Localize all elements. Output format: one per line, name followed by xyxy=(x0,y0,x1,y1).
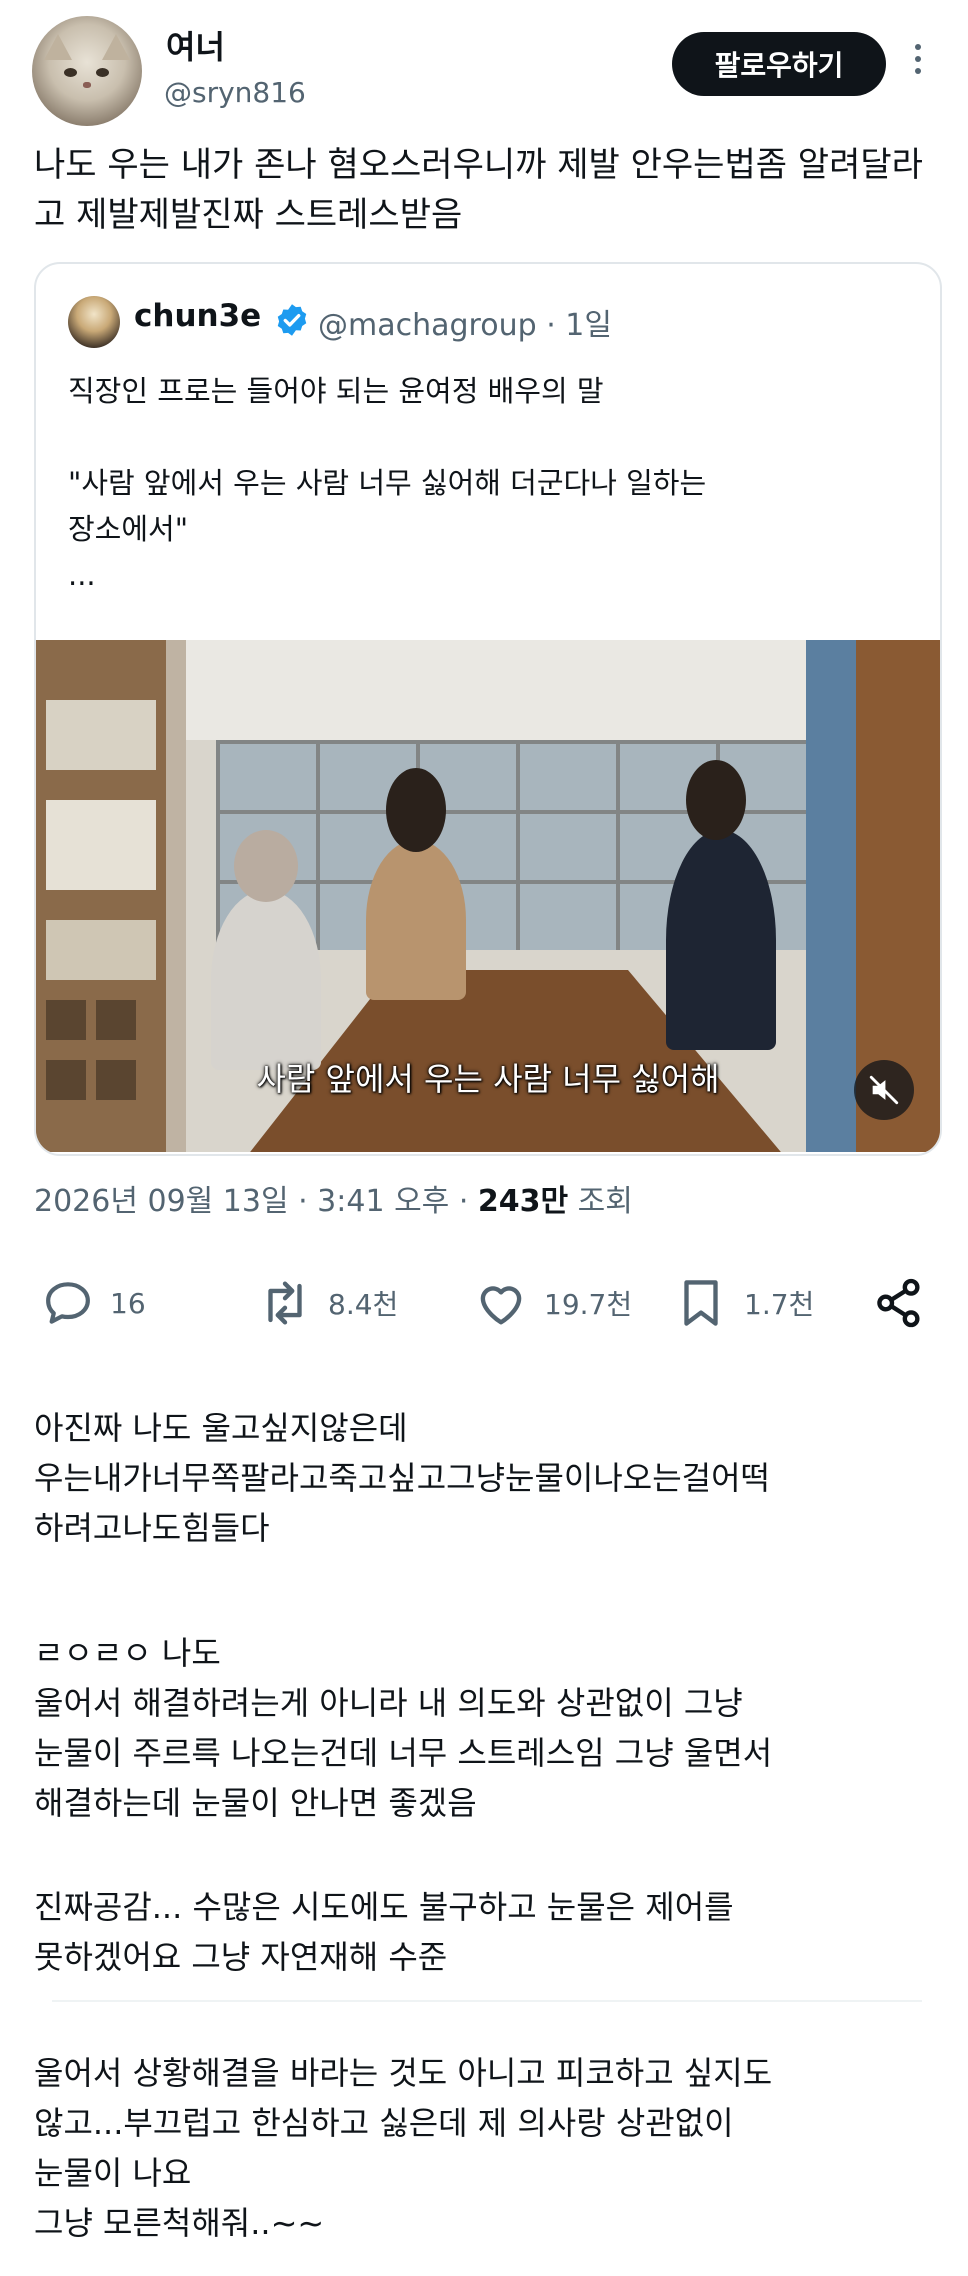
video-person-right xyxy=(666,830,776,1050)
quoted-time: · 1일 xyxy=(546,308,612,343)
reply-line: 눈물이 나요 xyxy=(34,2154,192,2192)
video-person-left xyxy=(211,890,321,1070)
reply-line: 울어서 해결하려는게 아니라 내 의도와 상관없이 그냥 xyxy=(34,1684,743,1722)
video-person-middle-head xyxy=(386,768,446,852)
reply-line: 우는내가너무쪽팔라고죽고싶고그냥눈물이나오는걸어떡 xyxy=(34,1459,771,1497)
reply-line: 눈물이 주르륵 나오는건데 너무 스트레스임 그냥 울면서 xyxy=(34,1734,773,1772)
quoted-line: 장소에서" xyxy=(68,512,189,546)
repost-count: 8.4천 xyxy=(328,1288,399,1321)
reply-text: 아진짜 나도 울고싶지않은데 우는내가너무쪽팔라고죽고싶고그냥눈물이나오는걸어떡… xyxy=(34,1403,934,1553)
like-count: 19.7천 xyxy=(544,1288,633,1321)
share-icon xyxy=(877,1278,920,1328)
quoted-line: ... xyxy=(68,558,96,592)
quoted-author-name: chun3e xyxy=(134,298,262,334)
reply-line: ㄹㅇㄹㅇ 나도 xyxy=(34,1634,221,1672)
video-person-middle xyxy=(366,840,466,1000)
tweet-timestamp: 2026년 09월 13일 · 3:41 오후 · xyxy=(34,1184,478,1219)
author-display-name[interactable]: 여너 xyxy=(166,22,225,68)
divider xyxy=(52,2000,922,2002)
view-label: 조회 xyxy=(568,1184,633,1219)
reply-button[interactable]: 16 xyxy=(40,1268,146,1338)
quoted-line xyxy=(68,414,908,460)
reply-line: 해결하는데 눈물이 안나면 좋겠음 xyxy=(34,1784,477,1822)
reply-line: 하려고나도힘들다 xyxy=(34,1509,270,1547)
bookmark-count: 1.7천 xyxy=(744,1288,815,1321)
reply-line: 아진짜 나도 울고싶지않은데 xyxy=(34,1409,408,1447)
more-options-icon[interactable] xyxy=(908,44,928,84)
quoted-line: 직장인 프로는 들어야 되는 윤여정 배우의 말 xyxy=(68,374,604,408)
reply-text: 진짜공감... 수많은 시도에도 불구하고 눈물은 제어를 못하겠어요 그냥 자… xyxy=(34,1882,934,1982)
bookmark-button[interactable]: 1.7천 xyxy=(672,1268,814,1338)
reply-line: 그냥 모른척해줘..~~ xyxy=(34,2204,325,2242)
video-scene-ceiling xyxy=(186,640,856,740)
avatar-ear-left xyxy=(44,34,72,60)
reply-icon xyxy=(46,1282,90,1324)
heart-icon xyxy=(480,1286,522,1325)
verified-badge-icon xyxy=(277,304,307,336)
share-button[interactable] xyxy=(870,1268,942,1338)
repost-icon xyxy=(268,1281,302,1325)
view-count: 243만 xyxy=(477,1184,569,1219)
reply-line: 못하겠어요 그냥 자연재해 수준 xyxy=(34,1938,448,1976)
quoted-author-avatar xyxy=(68,296,120,348)
author-handle[interactable]: @sryn816 xyxy=(164,76,306,109)
reply-line: 진짜공감... 수많은 시도에도 불구하고 눈물은 제어를 xyxy=(34,1888,734,1926)
quoted-tweet-card[interactable]: chun3e @machagroup · 1일 직장인 프로는 들어야 되는 윤… xyxy=(34,262,942,1156)
video-person-left-head xyxy=(234,830,298,902)
follow-button[interactable]: 팔로우하기 xyxy=(672,32,886,96)
author-avatar[interactable] xyxy=(32,16,142,126)
like-button[interactable]: 19.7천 xyxy=(472,1268,632,1338)
quoted-author-handle: @machagroup · 1일 xyxy=(318,308,612,343)
avatar-eye-right xyxy=(96,68,109,77)
reply-line: 울어서 상황해결을 바라는 것도 아니고 피코하고 싶지도 xyxy=(34,2054,773,2092)
video-subtitle: 사람 앞에서 우는 사람 너무 싫어해 xyxy=(256,1060,720,1098)
tweet-text: 나도 우는 내가 존나 혐오스러우니까 제발 안우는법좀 알려달라고 제발제발진… xyxy=(34,145,923,235)
bookmark-icon xyxy=(684,1280,718,1326)
tweet-actions-bar: 16 8.4천 19.7천 1.7천 xyxy=(34,1268,938,1338)
video-player[interactable]: 사람 앞에서 우는 사람 너무 싫어해 xyxy=(36,640,940,1152)
speaker-muted-icon xyxy=(869,1075,899,1105)
mute-button[interactable] xyxy=(854,1060,914,1120)
quoted-line: "사람 앞에서 우는 사람 너무 싫어해 더군다나 일하는 xyxy=(68,466,707,500)
quoted-tweet-text: 직장인 프로는 들어야 되는 윤여정 배우의 말 "사람 앞에서 우는 사람 너… xyxy=(68,368,908,598)
repost-button[interactable]: 8.4천 xyxy=(256,1268,398,1338)
reply-text: ㄹㅇㄹㅇ 나도 울어서 해결하려는게 아니라 내 의도와 상관없이 그냥 눈물이… xyxy=(34,1628,934,1828)
reply-count: 16 xyxy=(110,1286,146,1320)
video-person-right-head xyxy=(686,760,746,840)
reply-line: 않고...부끄럽고 한심하고 싫은데 제 의사랑 상관없이 xyxy=(34,2104,734,2142)
reply-text: 울어서 상황해결을 바라는 것도 아니고 피코하고 싶지도 않고...부끄럽고 … xyxy=(34,2048,934,2248)
tweet-meta: 2026년 09월 13일 · 3:41 오후 · 243만 조회 xyxy=(34,1176,633,1220)
avatar-nose xyxy=(83,82,91,88)
avatar-eye-left xyxy=(64,68,77,77)
avatar-ear-right xyxy=(102,34,130,60)
